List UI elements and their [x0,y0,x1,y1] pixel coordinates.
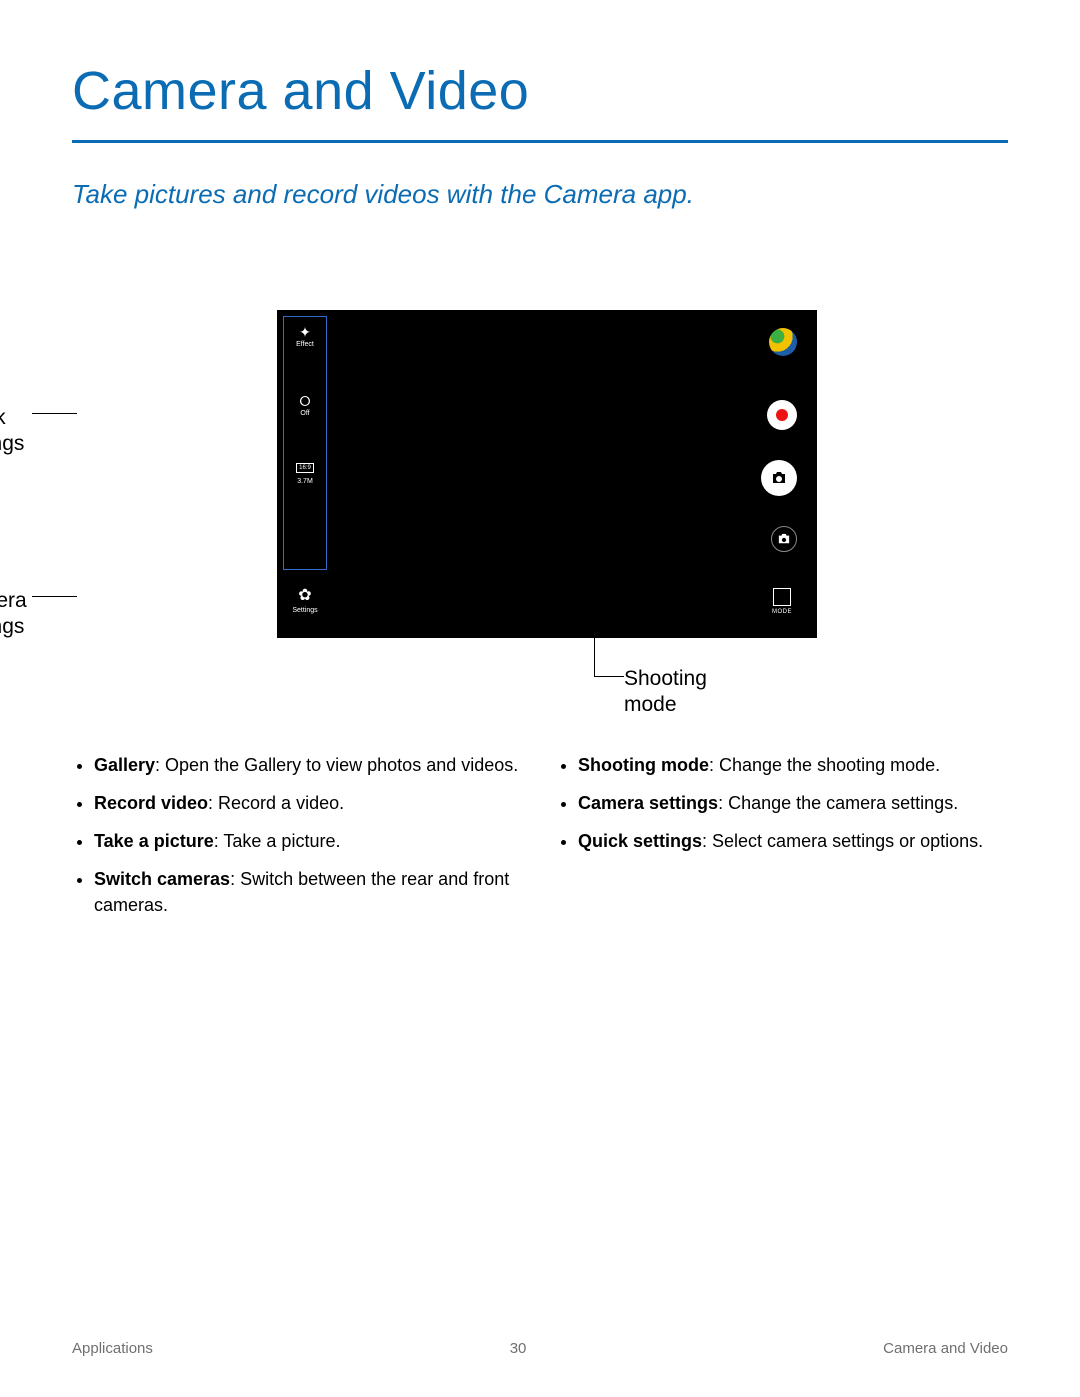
bullet-term: Quick settings [578,831,702,851]
bullet-column-left: Gallery: Open the Gallery to view photos… [72,752,524,930]
page-footer: Applications 30 Camera and Video [72,1340,1008,1357]
bullet-term: Gallery [94,755,155,775]
bullet-desc: : Take a picture. [214,831,341,851]
bullet-item: Record video: Record a video. [94,790,524,816]
qs-blank2 [284,431,326,449]
title-rule [72,140,1008,143]
camera-settings-button[interactable]: ✿ Settings [283,585,327,614]
qs-effect-label: Effect [296,341,314,348]
leader-line [32,413,77,414]
bullet-item: Gallery: Open the Gallery to view photos… [94,752,524,778]
bullet-term: Switch cameras [94,869,230,889]
qs-timer[interactable]: ⭘ Off [284,394,326,417]
leader-line [602,342,626,343]
qs-ratio[interactable]: 16:9 3.7M [284,463,326,485]
camera-settings-label: Settings [283,607,327,614]
leader-line [602,414,626,415]
leader-line [594,676,624,677]
bullet-desc: : Record a video. [208,793,344,813]
record-button[interactable] [767,400,797,430]
bullet-item: Take a picture: Take a picture. [94,828,524,854]
bullet-desc: : Change the shooting mode. [709,755,940,775]
qs-effect[interactable]: ✦ Effect [284,325,326,348]
bullet-term: Camera settings [578,793,718,813]
leader-line [602,538,626,539]
callout-take: Take a picture [624,466,755,492]
mode-icon [773,588,791,606]
mode-button[interactable]: MODE [767,588,797,615]
page-title: Camera and Video [72,60,1008,122]
bullet-term: Take a picture [94,831,214,851]
gear-icon: ✿ [283,585,327,605]
footer-page: 30 [510,1340,527,1357]
bullet-item: Shooting mode: Change the shooting mode. [578,752,1008,778]
camera-icon [761,460,797,496]
switch-camera-button[interactable] [771,526,797,552]
record-icon [776,409,788,421]
footer-right: Camera and Video [883,1340,1008,1357]
bullet-term: Shooting mode [578,755,709,775]
bullet-desc: : Change the camera settings. [718,793,958,813]
gallery-button[interactable] [769,328,797,356]
ratio-icon: 16:9 [296,463,314,473]
qs-ratio-mp: 3.7M [297,478,313,485]
page-tagline: Take pictures and record videos with the… [72,179,1008,210]
mode-label: MODE [767,609,797,615]
leader-line [594,600,595,676]
bullet-term: Record video [94,793,208,813]
bullet-item: Quick settings: Select camera settings o… [578,828,1008,854]
bullet-column-right: Shooting mode: Change the shooting mode.… [556,752,1008,930]
leader-line [32,596,77,597]
shutter-button[interactable] [761,460,797,496]
qs-blank1 [284,362,326,380]
camera-diagram: ✦ Effect ⭘ Off 16:9 3.7M ✿ Settings [72,310,1008,720]
callout-record: Record video [624,404,748,430]
timer-icon: ⭘ [299,394,310,408]
bullet-item: Switch cameras: Switch between the rear … [94,866,524,918]
footer-left: Applications [72,1340,153,1357]
effect-icon: ✦ [299,325,311,339]
switch-camera-icon [771,526,797,552]
callout-mode: Shootingmode [624,666,707,719]
callout-switch: Switchcameras [624,528,705,581]
callout-gallery: Gallery [624,332,691,358]
qs-timer-label: Off [300,410,309,417]
bullet-desc: : Select camera settings or options. [702,831,983,851]
leader-line [602,478,626,479]
quick-settings-strip: ✦ Effect ⭘ Off 16:9 3.7M [283,316,327,570]
bullet-desc: : Open the Gallery to view photos and vi… [155,755,518,775]
bullet-item: Camera settings: Change the camera setti… [578,790,1008,816]
